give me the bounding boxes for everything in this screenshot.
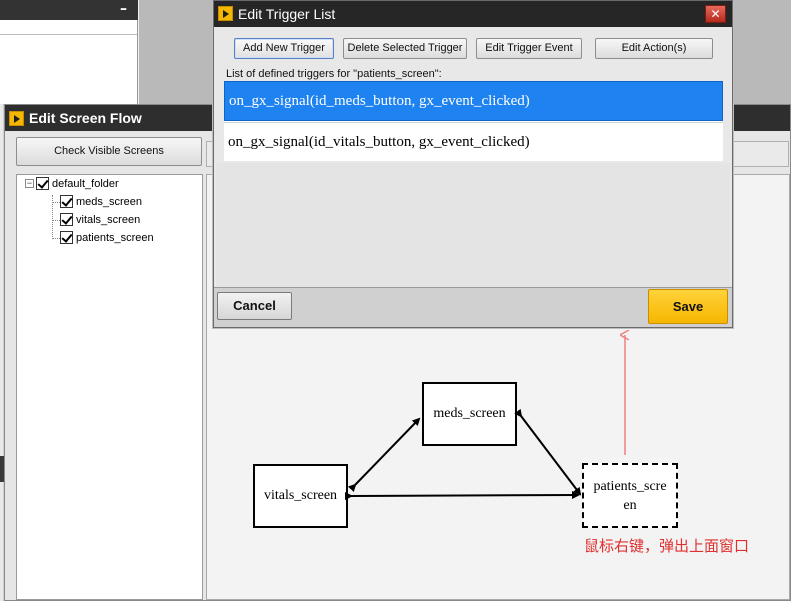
trigger-list: on_gx_signal(id_meds_button, gx_event_cl… — [224, 81, 723, 161]
tree-item-label: patients_screen — [76, 231, 154, 244]
flow-node-meds-screen[interactable]: meds_screen — [422, 382, 517, 446]
checkbox-checked-icon[interactable] — [36, 177, 49, 190]
background-window: – — [0, 0, 138, 104]
checkbox-checked-icon[interactable] — [60, 213, 73, 226]
divider — [0, 34, 137, 35]
edit-trigger-list-dialog: Edit Trigger List ✕ Add New Trigger Dele… — [213, 0, 733, 328]
trigger-dialog-footer: Cancel Save — [214, 287, 732, 327]
trigger-dialog-body — [216, 163, 730, 287]
save-button[interactable]: Save — [648, 289, 728, 324]
checkbox-checked-icon[interactable] — [60, 231, 73, 244]
trigger-dialog-titlebar[interactable]: Edit Trigger List ✕ — [214, 1, 732, 27]
edit-actions-button[interactable]: Edit Action(s) — [595, 38, 713, 59]
screen-tree: − default_folder meds_screen vitals_scre… — [16, 174, 203, 600]
screen-flow-title: Edit Screen Flow — [29, 110, 142, 126]
flow-node-patients-screen[interactable]: patients_scre en — [582, 463, 678, 528]
tree-item-label: default_folder — [52, 177, 119, 190]
tree-item-patients-screen[interactable]: patients_screen — [60, 231, 154, 244]
flow-node-vitals-screen[interactable]: vitals_screen — [253, 464, 348, 528]
tree-item-meds-screen[interactable]: meds_screen — [60, 195, 142, 208]
trigger-dialog-title: Edit Trigger List — [238, 6, 336, 22]
app-icon — [9, 111, 24, 126]
check-visible-screens-button[interactable]: Check Visible Screens — [16, 137, 202, 166]
tree-connector — [52, 238, 60, 239]
checkbox-checked-icon[interactable] — [60, 195, 73, 208]
edit-trigger-event-button[interactable]: Edit Trigger Event — [476, 38, 582, 59]
tree-connector — [52, 202, 60, 203]
annotation-text: 鼠标右键，弹出上面窗口 — [584, 537, 750, 555]
tree-item-default-folder[interactable]: − default_folder — [25, 177, 119, 190]
tree-item-label: vitals_screen — [76, 213, 141, 226]
tree-item-label: meds_screen — [76, 195, 143, 208]
tree-connector — [52, 220, 60, 221]
app-icon — [218, 6, 233, 21]
cancel-button[interactable]: Cancel — [217, 292, 292, 320]
delete-selected-trigger-button[interactable]: Delete Selected Trigger — [343, 38, 467, 59]
trigger-list-item-selected[interactable]: on_gx_signal(id_meds_button, gx_event_cl… — [224, 81, 723, 121]
trigger-list-caption: List of defined triggers for "patients_s… — [226, 68, 442, 80]
close-icon[interactable]: ✕ — [705, 5, 726, 23]
minimize-icon[interactable]: – — [120, 1, 127, 17]
background-window-titlebar — [0, 0, 138, 20]
tree-item-vitals-screen[interactable]: vitals_screen — [60, 213, 140, 226]
trigger-list-item[interactable]: on_gx_signal(id_vitals_button, gx_event_… — [224, 122, 723, 162]
screen-root: – Edit Screen Flow Check Visible Screens… — [0, 0, 791, 601]
add-new-trigger-button[interactable]: Add New Trigger — [234, 38, 334, 59]
collapse-icon[interactable]: − — [25, 179, 34, 188]
